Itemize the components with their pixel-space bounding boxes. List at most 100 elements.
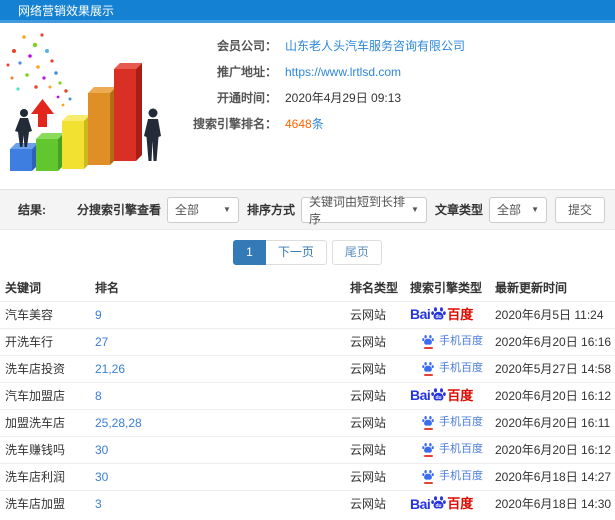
paw-underline <box>423 482 433 484</box>
ranking-count: 4648 <box>285 117 312 131</box>
table-row: 开洗车行 27 云网站 手机百度 2020年6月20日 16:16 <box>0 327 615 355</box>
baidu-cn-text: 百度 <box>447 387 474 403</box>
updated-cell: 2020年6月20日 16:11 <box>490 408 615 436</box>
keyword-cell: 汽车加盟店 <box>0 381 90 409</box>
open-time-row: 开通时间： 2020年4月29日 09:13 <box>185 85 465 111</box>
updated-cell: 2020年6月18日 14:27 <box>490 462 615 490</box>
updated-text: 2020年6月20日 16:16 <box>495 335 612 349</box>
filter-bar: 结果: 分搜索引擎查看 全部 ▼ 排序方式 关键词由短到长排序 ▼ 文章类型 全… <box>0 189 615 230</box>
sort-value: 关键词由短到长排序 <box>308 194 405 226</box>
baidu-bai-text: Bai <box>410 306 431 323</box>
rank-type-text: 云网站 <box>350 308 387 322</box>
rank-type-text: 云网站 <box>350 497 387 512</box>
article-type-value: 全部 <box>496 203 521 217</box>
rank-type-cell: 云网站 <box>345 327 405 355</box>
updated-cell: 2020年6月20日 16:12 <box>490 381 615 409</box>
keyword-text: 加盟洗车店 <box>5 416 66 430</box>
last-page-button[interactable]: 尾页 <box>331 240 382 265</box>
rank-link[interactable]: 9 <box>95 308 102 322</box>
up-arrow-icon <box>31 99 54 127</box>
header-updated: 最新更新时间 <box>495 281 568 296</box>
table-row: 加盟洗车店 25,28,28 云网站 手机百度 2020年6月20日 16:11 <box>0 408 615 436</box>
rank-link[interactable]: 30 <box>95 470 108 484</box>
baidu-bai-text: Bai <box>410 495 431 512</box>
mobile-baidu-text: 手机百度 <box>439 362 483 374</box>
keyword-cell: 洗车店投资 <box>0 354 90 382</box>
keyword-cell: 洗车店加盟 <box>0 489 90 517</box>
updated-cell: 2020年6月20日 16:16 <box>490 327 615 355</box>
rank-cell: 30 <box>90 462 345 490</box>
company-name-link[interactable]: 山东老人头汽车服务咨询有限公司 <box>285 39 465 53</box>
baidu-mobile-logo: 手机百度 <box>410 415 483 430</box>
updated-text: 2020年5月27日 14:58 <box>495 362 612 376</box>
rank-link[interactable]: 3 <box>95 497 102 511</box>
baidu-mobile-logo: 手机百度 <box>410 469 483 484</box>
engine-cell: 手机百度 <box>405 435 490 463</box>
table-row: 汽车加盟店 8 云网站 Bai du 百度 2020年6月20日 16:12 <box>0 381 615 409</box>
keyword-text: 汽车加盟店 <box>5 389 66 403</box>
updated-cell: 2020年6月18日 14:30 <box>490 489 615 517</box>
table-row: 洗车店加盟 3 云网站 Bai du 百度 2020年6月18日 14:30 <box>0 489 615 517</box>
engine-filter-select[interactable]: 全部 ▼ <box>166 196 239 223</box>
promo-url-link[interactable]: https://www.lrtlsd.com <box>285 65 401 79</box>
paw-underline <box>423 455 433 457</box>
confetti-dots <box>6 33 72 107</box>
chevron-down-icon: ▼ <box>223 205 231 214</box>
engine-cell: 手机百度 <box>405 354 490 382</box>
rank-cell: 8 <box>90 381 345 409</box>
rank-type-cell: 云网站 <box>345 489 405 517</box>
member-fields: 会员公司： 山东老人头汽车服务咨询有限公司 推广地址： https://www.… <box>185 23 465 189</box>
chevron-down-icon: ▼ <box>411 205 419 214</box>
rank-link[interactable]: 8 <box>95 389 102 403</box>
rank-type-text: 云网站 <box>350 470 387 484</box>
rank-type-text: 云网站 <box>350 443 387 457</box>
rank-type-cell: 云网站 <box>345 435 405 463</box>
updated-text: 2020年6月20日 16:11 <box>495 416 611 430</box>
header-engine-type: 搜索引擎类型 <box>410 281 483 296</box>
baidu-du-text: du <box>436 395 442 401</box>
page-title: 网络营销效果展示 <box>18 4 115 18</box>
chevron-down-icon: ▼ <box>531 205 539 214</box>
keyword-text: 汽车美容 <box>5 308 54 322</box>
member-info-section: 会员公司： 山东老人头汽车服务咨询有限公司 推广地址： https://www.… <box>0 23 615 189</box>
baidu-mobile-logo: 手机百度 <box>410 334 483 349</box>
baidu-pc-logo: Bai du 百度 <box>410 307 473 322</box>
updated-text: 2020年6月5日 11:24 <box>495 308 604 322</box>
sort-select[interactable]: 关键词由短到长排序 ▼ <box>300 195 427 226</box>
keyword-text: 洗车赚钱吗 <box>5 443 66 457</box>
rank-cell: 9 <box>90 300 345 328</box>
table-row: 洗车店利润 30 云网站 手机百度 2020年6月18日 14:27 <box>0 462 615 490</box>
page-1-button[interactable]: 1 <box>233 240 266 265</box>
ranking-unit: 条 <box>311 117 324 131</box>
baidu-pc-logo: Bai du 百度 <box>410 388 473 403</box>
rank-cell: 25,28,28 <box>90 408 345 436</box>
engine-cell: 手机百度 <box>405 408 490 436</box>
submit-button[interactable]: 提交 <box>554 196 605 223</box>
baidu-mobile-logo: 手机百度 <box>410 361 483 376</box>
person-right <box>144 108 161 161</box>
keyword-cell: 加盟洗车店 <box>0 408 90 436</box>
mobile-baidu-text: 手机百度 <box>439 470 483 482</box>
rank-link[interactable]: 25,28,28 <box>95 416 142 430</box>
rank-type-text: 云网站 <box>350 416 387 430</box>
baidu-pc-logo: Bai du 百度 <box>410 496 473 511</box>
keyword-text: 洗车店投资 <box>5 362 66 376</box>
mobile-baidu-paw-icon <box>422 442 434 457</box>
header-rank: 排名 <box>95 281 120 296</box>
rank-link[interactable]: 21,26 <box>95 362 125 376</box>
keyword-text: 开洗车行 <box>5 335 54 349</box>
mobile-baidu-paw-icon <box>422 334 434 349</box>
rank-type-text: 云网站 <box>350 335 387 349</box>
table-row: 洗车店投资 21,26 云网站 手机百度 2020年5月27日 14:58 <box>0 354 615 382</box>
mobile-baidu-text: 手机百度 <box>439 335 483 347</box>
rank-cell: 27 <box>90 327 345 355</box>
promo-url-row: 推广地址： https://www.lrtlsd.com <box>185 59 465 85</box>
next-page-button[interactable]: 下一页 <box>265 240 327 265</box>
article-type-select[interactable]: 全部 ▼ <box>488 196 547 223</box>
results-table: 关键词 排名 排名类型 搜索引擎类型 最新更新时间 汽车美容 9 云网站 Bai… <box>0 275 615 517</box>
pagination: 1 下一页 尾页 <box>0 230 615 275</box>
rank-link[interactable]: 27 <box>95 335 108 349</box>
rank-link[interactable]: 30 <box>95 443 108 457</box>
promo-url-label: 推广地址： <box>216 65 277 79</box>
baidu-mobile-logo: 手机百度 <box>410 442 483 457</box>
